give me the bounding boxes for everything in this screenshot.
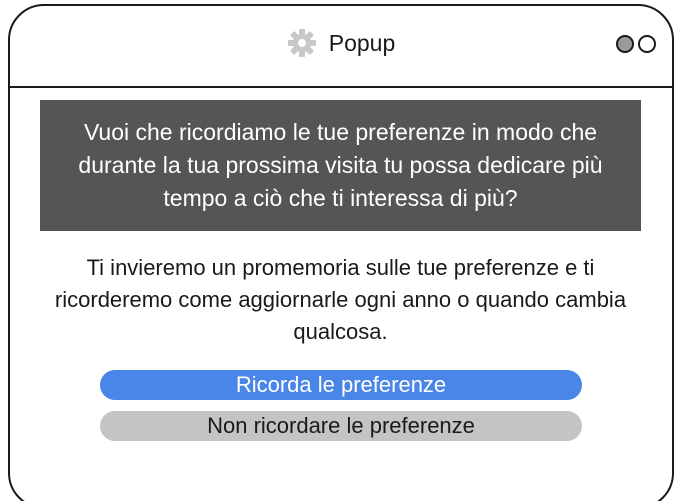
gear-icon: [287, 28, 317, 58]
window-control-filled-icon[interactable]: [616, 35, 634, 53]
question-banner: Vuoi che ricordiamo le tue preferenze in…: [40, 100, 641, 231]
dont-remember-preferences-label: Non ricordare le preferenze: [207, 413, 475, 438]
title-bar: Popup: [10, 6, 672, 88]
title-group: Popup: [10, 28, 672, 58]
info-text: Ti invieremo un promemoria sulle tue pre…: [54, 255, 627, 344]
window-control-empty-icon[interactable]: [638, 35, 656, 53]
remember-preferences-button[interactable]: Ricorda le preferenze: [100, 370, 582, 400]
window-controls: [616, 35, 656, 53]
window-title: Popup: [328, 29, 396, 56]
dont-remember-preferences-button[interactable]: Non ricordare le preferenze: [100, 411, 582, 441]
remember-preferences-label: Ricorda le preferenze: [235, 372, 447, 397]
question-text: Vuoi che ricordiamo le tue preferenze in…: [78, 119, 603, 211]
